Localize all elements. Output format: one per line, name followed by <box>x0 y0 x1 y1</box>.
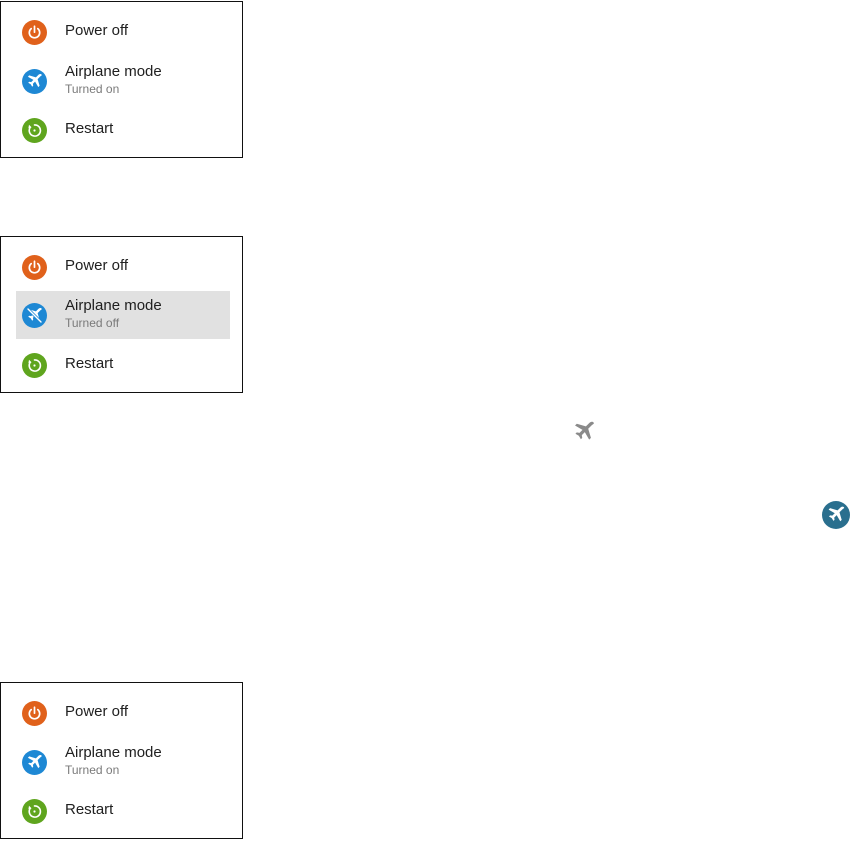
airplane-mode-status: Turned on <box>65 82 120 96</box>
restart-icon <box>22 353 47 378</box>
restart-label: Restart <box>65 801 114 818</box>
restart-label: Restart <box>65 355 114 372</box>
airplane-mode-label: Airplane mode <box>65 63 162 80</box>
airplane-mode-status: Turned off <box>65 316 120 330</box>
power-icon <box>22 255 47 280</box>
airplane-off-icon <box>22 303 47 328</box>
power-off-option[interactable]: Power off <box>16 243 230 291</box>
airplane-mode-option[interactable]: Airplane mode Turned on <box>16 738 230 786</box>
airplane-mode-option[interactable]: Airplane mode Turned on <box>16 57 230 105</box>
airplane-mode-label: Airplane mode <box>65 744 162 761</box>
restart-option[interactable]: Restart <box>16 341 230 389</box>
airplane-quick-setting-icon[interactable] <box>822 501 850 529</box>
restart-icon <box>22 799 47 824</box>
airplane-mode-status: Turned on <box>65 763 120 777</box>
power-menu-1: Power off Airplane mode Turned on Restar… <box>0 1 243 158</box>
power-off-option[interactable]: Power off <box>16 689 230 737</box>
airplane-icon <box>22 750 47 775</box>
power-icon <box>22 701 47 726</box>
restart-icon <box>22 118 47 143</box>
restart-label: Restart <box>65 120 114 137</box>
power-off-option[interactable]: Power off <box>16 8 230 56</box>
airplane-mode-option[interactable]: Airplane mode Turned off <box>16 291 230 339</box>
power-off-label: Power off <box>65 22 129 39</box>
power-menu-3: Power off Airplane mode Turned on Restar… <box>0 682 243 839</box>
airplane-mode-label: Airplane mode <box>65 297 162 314</box>
restart-option[interactable]: Restart <box>16 106 230 154</box>
airplane-status-icon <box>567 415 601 449</box>
airplane-icon <box>22 69 47 94</box>
restart-option[interactable]: Restart <box>16 787 230 835</box>
power-off-label: Power off <box>65 257 129 274</box>
power-icon <box>22 20 47 45</box>
power-off-label: Power off <box>65 703 129 720</box>
power-menu-2: Power off Airplane mode Turned off Resta… <box>0 236 243 393</box>
